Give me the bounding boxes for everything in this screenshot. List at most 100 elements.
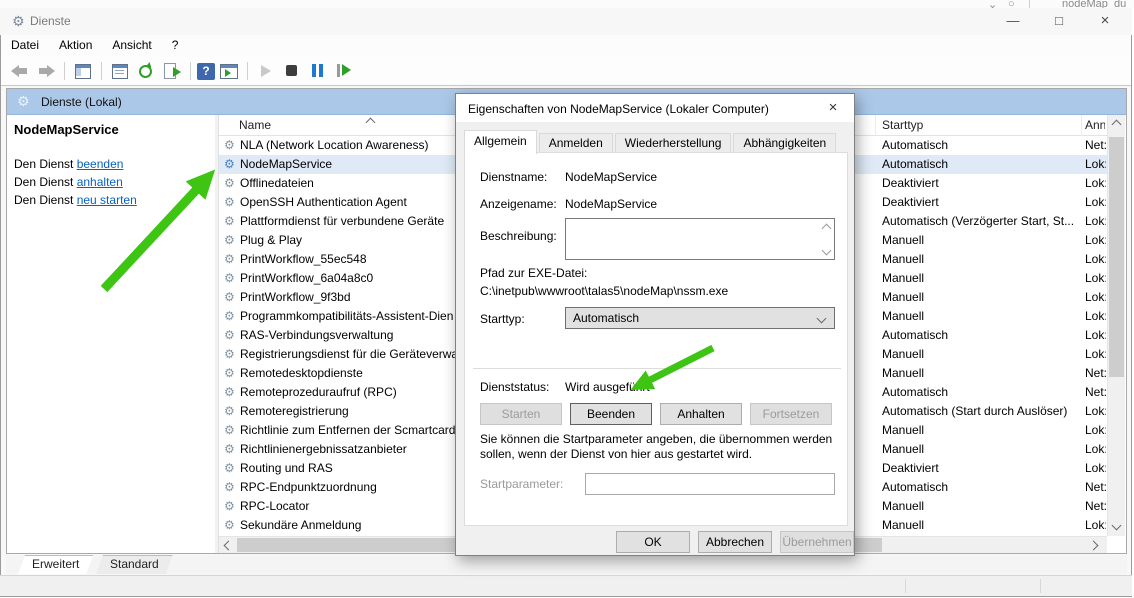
column-header-anmelden[interactable]: Ann (1085, 118, 1105, 132)
stop-service-icon[interactable] (280, 60, 304, 82)
dialog-title-bar[interactable]: Eigenschaften von NodeMapService (Lokale… (456, 94, 854, 122)
anzeigename-label: Anzeigename: (480, 197, 557, 211)
dialog-close-icon[interactable]: × (818, 97, 848, 118)
service-anmelden-cell: Lok: (1085, 195, 1106, 209)
service-action-link-neu-starten[interactable]: neu starten (77, 193, 137, 207)
vertical-scrollbar[interactable] (1107, 115, 1125, 536)
window-title: Dienste (30, 14, 71, 28)
service-anmelden-cell: Lok: (1085, 157, 1106, 171)
service-action-link-beenden[interactable]: beenden (77, 157, 124, 171)
console-bottom-tabs: ErweitertStandard (6, 555, 1127, 574)
bernehmen-button: Übernehmen (780, 531, 854, 553)
scroll-up-icon[interactable] (1112, 120, 1122, 130)
menu-item-aktion[interactable]: Aktion (49, 35, 102, 57)
starttyp-combobox[interactable]: Automatisch (565, 307, 835, 329)
starttyp-label: Starttyp: (480, 312, 525, 326)
service-gear-icon: ⚙ (224, 423, 235, 437)
menu-item-?[interactable]: ? (162, 35, 189, 57)
properties-icon[interactable] (108, 60, 132, 82)
service-name-cell: Sekundäre Anmeldung (240, 518, 361, 532)
tab-wiederherstellung[interactable]: Wiederherstellung (615, 133, 732, 154)
column-header-starttyp[interactable]: Starttyp (882, 118, 923, 132)
service-name-cell: Richtlinie zum Entfernen der Scmartcard (240, 423, 455, 437)
beschreibung-label: Beschreibung: (480, 229, 557, 243)
starttyp-value: Automatisch (573, 311, 639, 325)
service-name-cell: PrintWorkflow_55ec548 (240, 252, 367, 266)
ok-button[interactable]: OK (616, 531, 690, 553)
service-anmelden-cell: Lok: (1085, 423, 1106, 437)
service-anmelden-cell: Net: (1085, 138, 1106, 152)
service-action-prefix: Den Dienst (14, 175, 77, 189)
back-arrow-icon[interactable] (8, 60, 32, 82)
service-gear-icon: ⚙ (224, 404, 235, 418)
service-starttyp-cell: Automatisch (882, 328, 1082, 342)
background-tab-title: nodeMap_du (1062, 0, 1126, 8)
title-bar[interactable] (0, 8, 1132, 35)
service-action-prefix: Den Dienst (14, 157, 77, 171)
minimize-button[interactable]: — (996, 10, 1030, 32)
help-icon[interactable] (197, 63, 215, 80)
toolbar-separator (190, 62, 191, 80)
export-list-icon[interactable] (160, 60, 184, 82)
forward-arrow-icon[interactable] (34, 60, 58, 82)
abbrechen-button[interactable]: Abbrechen (698, 531, 772, 553)
dialog-title: Eigenschaften von NodeMapService (Lokale… (468, 102, 769, 116)
service-name-cell: Plattformdienst für verbundene Geräte (240, 214, 444, 228)
scroll-left-icon[interactable] (224, 541, 234, 551)
tab-erweitert[interactable]: Erweitert (18, 555, 93, 574)
column-header-name[interactable]: Name (239, 118, 271, 132)
tab-allgemein[interactable]: Allgemein (464, 130, 537, 154)
service-action-prefix: Den Dienst (14, 193, 77, 207)
scroll-right-icon[interactable] (1089, 541, 1099, 551)
background-window-strip: ⌄ ○ | nodeMap_du (0, 0, 1134, 8)
console-header-label: Dienste (Lokal) (41, 95, 122, 109)
toolbar-separator (64, 62, 65, 80)
service-name-cell: Plug & Play (240, 233, 302, 247)
service-starttyp-cell: Manuell (882, 233, 1082, 247)
beenden-button[interactable]: Beenden (570, 403, 652, 425)
beschreibung-field[interactable] (565, 218, 835, 260)
service-starttyp-cell: Manuell (882, 271, 1082, 285)
close-button[interactable]: × (1088, 10, 1122, 32)
service-action-link-anhalten[interactable]: anhalten (77, 175, 123, 189)
service-starttyp-cell: Manuell (882, 309, 1082, 323)
service-anmelden-cell: Net: (1085, 480, 1106, 494)
service-anmelden-cell: Net: (1085, 499, 1106, 513)
anhalten-button[interactable]: Anhalten (660, 403, 742, 425)
start-service-icon[interactable] (254, 60, 278, 82)
pfad-value: C:\inetpub\wwwroot\talas5\nodeMap\nssm.e… (480, 284, 728, 298)
scroll-down-icon[interactable] (1112, 521, 1122, 531)
service-anmelden-cell: Lok: (1085, 290, 1106, 304)
tab-standard[interactable]: Standard (96, 555, 173, 574)
chevron-down-icon: ⌄ (988, 0, 997, 8)
dialog-tabs: AllgemeinAnmeldenWiederherstellungAbhäng… (464, 130, 838, 152)
service-gear-icon: ⚙ (224, 347, 235, 361)
service-name-cell: OpenSSH Authentication Agent (240, 195, 407, 209)
divider: | (1028, 0, 1031, 8)
refresh-icon[interactable] (134, 60, 158, 82)
maximize-button[interactable]: □ (1042, 10, 1076, 32)
service-gear-icon: ⚙ (224, 328, 235, 342)
service-name-cell: Registrierungsdienst für die Geräteverwa… (240, 347, 461, 361)
pfad-label: Pfad zur EXE-Datei: (480, 266, 587, 280)
scroll-down-icon[interactable] (820, 243, 832, 257)
menu-item-datei[interactable]: Datei (1, 35, 49, 57)
action-pane-icon[interactable] (217, 60, 241, 82)
service-anmelden-cell: Lok: (1085, 176, 1106, 190)
dienstname-label: Dienstname: (480, 170, 547, 184)
separator (473, 368, 841, 369)
service-gear-icon: ⚙ (224, 499, 235, 513)
properties-dialog: Eigenschaften von NodeMapService (Lokale… (455, 93, 855, 556)
service-gear-icon: ⚙ (224, 480, 235, 494)
tab-anmelden[interactable]: Anmelden (539, 133, 613, 154)
screen: ⌄ ○ | nodeMap_du ⚙ Dienste — □ × DateiAk… (0, 0, 1134, 598)
menu-item-ansicht[interactable]: Ansicht (102, 35, 161, 57)
startparameter-input[interactable] (585, 473, 835, 495)
restart-service-icon[interactable] (332, 60, 356, 82)
scroll-up-icon[interactable] (820, 221, 832, 235)
tab-abhängigkeiten[interactable]: Abhängigkeiten (733, 133, 836, 154)
vertical-scroll-thumb[interactable] (1109, 137, 1124, 377)
service-gear-icon: ⚙ (224, 290, 235, 304)
pause-service-icon[interactable] (306, 60, 330, 82)
console-tree-icon[interactable] (71, 60, 95, 82)
